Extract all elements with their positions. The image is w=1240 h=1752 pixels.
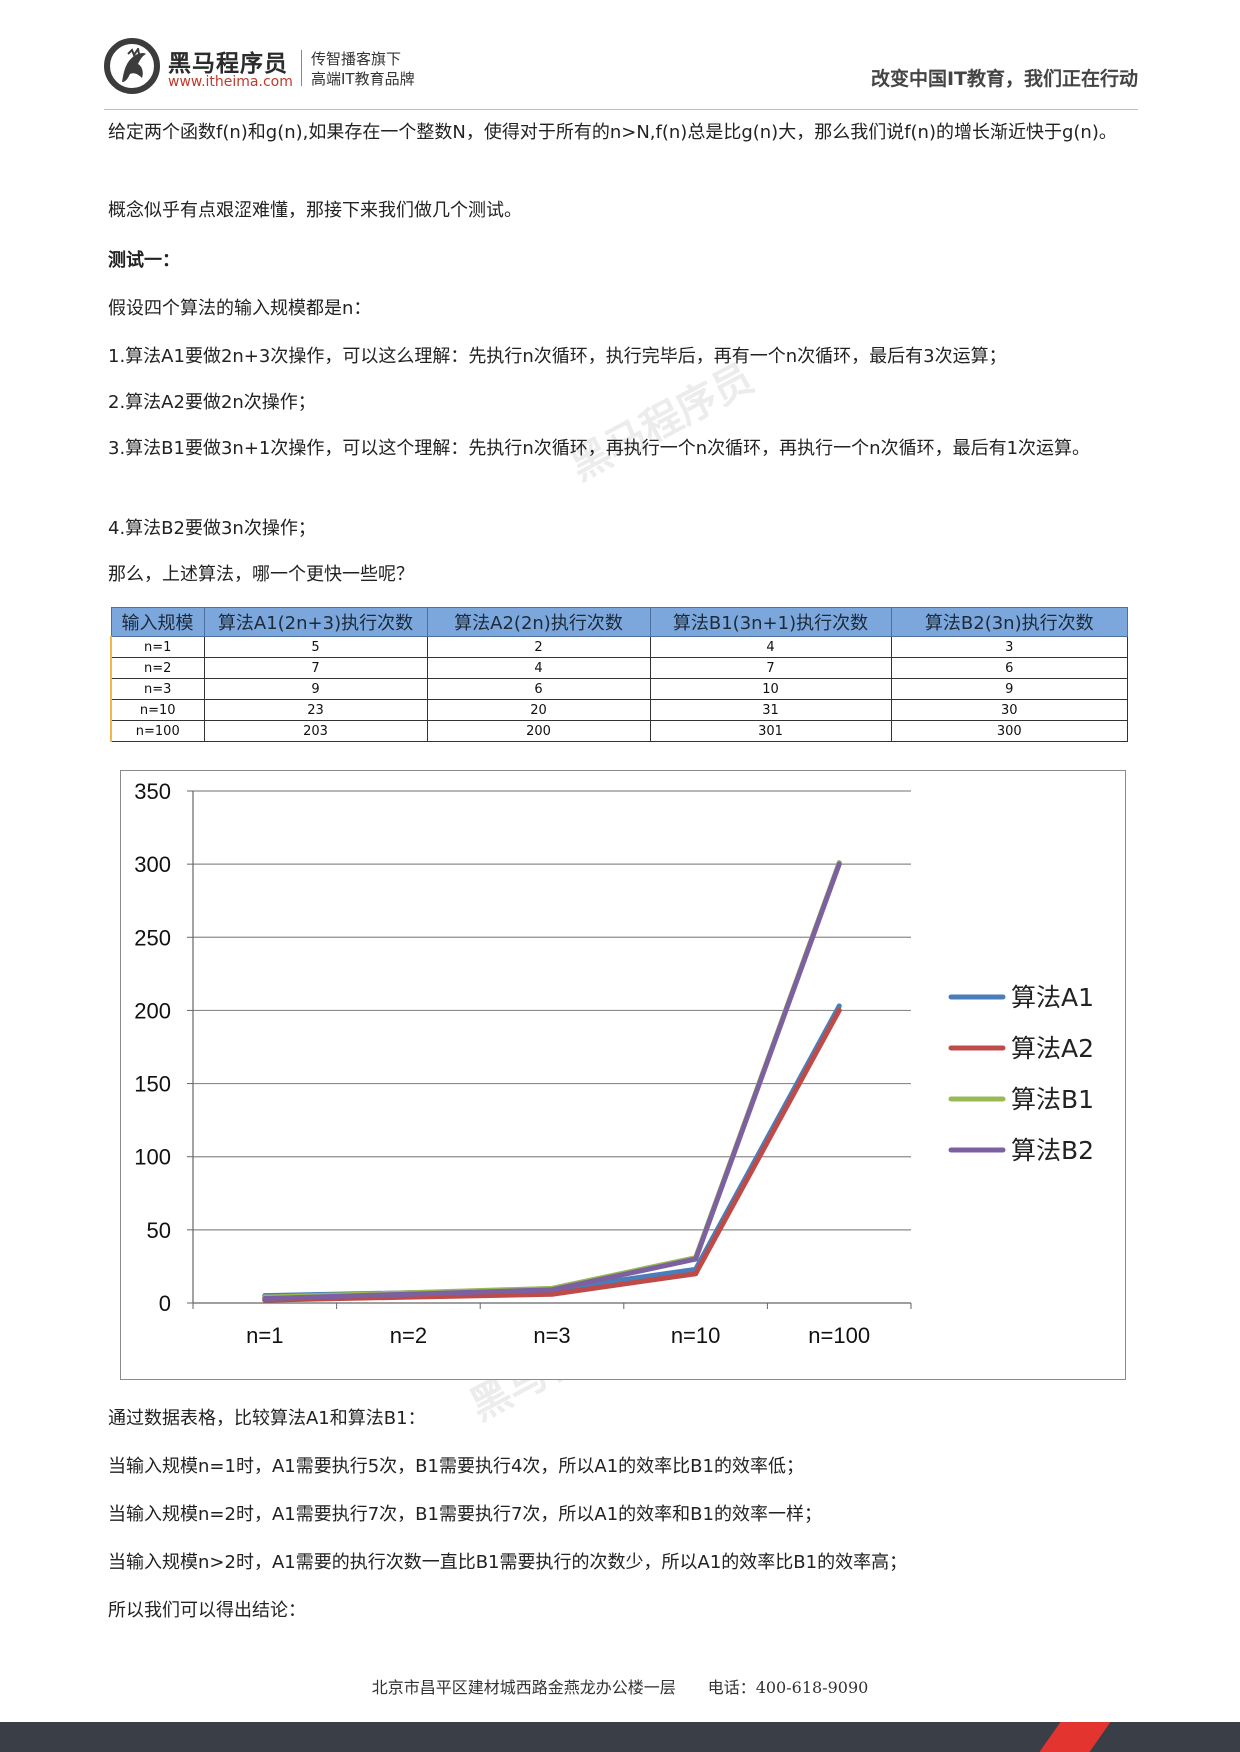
x-tick-label: n=10 — [671, 1323, 721, 1348]
table-cell: 5 — [203, 636, 428, 658]
y-tick-label: 200 — [134, 998, 171, 1023]
table-cell: 200 — [426, 720, 651, 742]
y-tick-label: 350 — [134, 779, 171, 804]
comparison-line: 当输入规模n=1时，A1需要执行5次，B1需要执行4次，所以A1的效率比B1的效… — [108, 1456, 804, 1477]
table-row: n=10 23 20 31 30 — [110, 699, 1128, 721]
table-cell: 203 — [203, 720, 428, 742]
table-cell: 6 — [426, 678, 651, 700]
table-cell: 20 — [426, 699, 651, 721]
brand-name: 黑马程序员 — [168, 51, 288, 77]
table-cell: 7 — [203, 657, 428, 679]
table-cell: 9 — [203, 678, 428, 700]
header-slogan: 改变中国IT教育，我们正在行动 — [870, 68, 1138, 90]
x-tick-label: n=2 — [390, 1323, 427, 1348]
table-cell: 31 — [649, 699, 892, 721]
brand-divider — [301, 50, 302, 86]
table-cell: 4 — [426, 657, 651, 679]
table-cell: 30 — [890, 699, 1128, 721]
table-cell: 7 — [649, 657, 892, 679]
series-line-4 — [262, 861, 842, 1302]
table-cell: n=1 — [110, 636, 205, 658]
data-point — [549, 1287, 555, 1293]
footer-address: 北京市昌平区建材城西路金燕龙办公楼一层 电话：400-618-9090 — [371, 1678, 869, 1697]
data-point — [262, 1296, 268, 1302]
algorithm-table: 输入规模 算法A1(2n+3)执行次数 算法A2(2n)执行次数 算法B1(3n… — [110, 607, 1128, 742]
legend-label: 算法B2 — [1011, 1136, 1094, 1165]
table-header: 算法A2(2n)执行次数 — [426, 607, 651, 637]
table-header: 算法A1(2n+3)执行次数 — [203, 607, 428, 637]
conclusion-line: 所以我们可以得出结论： — [108, 1600, 306, 1621]
page-header: 黑马程序员 www.itheima.com 传智播客旗下 高端IT教育品牌 改变… — [0, 0, 1240, 112]
series-line-1 — [262, 1003, 842, 1299]
list-item: 2.算法A2要做2n次操作； — [108, 392, 316, 413]
series-line-3 — [262, 860, 842, 1300]
legend-label: 算法A2 — [1011, 1034, 1094, 1063]
data-point — [836, 1007, 842, 1013]
list-item: 3.算法B1要做3n+1次操作，可以这个理解：先执行n次循环，再执行一个n次循环… — [108, 438, 1091, 459]
line-chart: 0 50 100 150 200 250 300 350 n=1 n=2 n=3 n=10 n=100 算… — [120, 770, 1126, 1380]
comparison-line: 当输入规模n>2时，A1需要的执行次数一直比B1需要执行的次数少，所以A1的效率… — [108, 1552, 908, 1573]
table-header: 算法B2(3n)执行次数 — [890, 607, 1128, 637]
table-row: n=100 203 200 301 300 — [110, 720, 1128, 742]
table-cell: 4 — [649, 636, 892, 658]
table-row: n=3 9 6 10 9 — [110, 678, 1128, 700]
brand-url: www.itheima.com — [168, 74, 293, 90]
table-header-row: 输入规模 算法A1(2n+3)执行次数 算法A2(2n)执行次数 算法B1(3n… — [110, 607, 1128, 637]
y-tick-label: 50 — [147, 1218, 171, 1243]
table-row: n=2 7 4 7 6 — [110, 657, 1128, 679]
data-point — [405, 1291, 411, 1297]
list-item: 4.算法B2要做3n次操作； — [108, 518, 316, 539]
definition-paragraph: 给定两个函数f(n)和g(n),如果存在一个整数N，使得对于所有的n>N,f(n… — [108, 122, 1117, 143]
header-divider — [104, 109, 1138, 110]
table-cell: n=3 — [110, 678, 205, 700]
horse-logo-icon — [104, 38, 160, 94]
x-tick-label: n=100 — [808, 1323, 870, 1348]
table-row: n=1 5 2 4 3 — [110, 636, 1128, 658]
x-tick-label: n=1 — [246, 1323, 283, 1348]
y-tick-label: 250 — [134, 925, 171, 950]
data-point — [549, 1291, 555, 1297]
data-point — [836, 861, 842, 867]
chart-canvas: 0 50 100 150 200 250 300 350 n=1 n=2 n=3 n=10 n=100 算… — [134, 779, 1094, 1348]
table-cell: 23 — [203, 699, 428, 721]
intro-paragraph: 概念似乎有点艰涩难懂，那接下来我们做几个测试。 — [108, 200, 522, 221]
series-line-2 — [262, 1007, 842, 1303]
brand-tagline-1: 传智播客旗下 — [311, 50, 402, 68]
table-cell: n=100 — [110, 720, 205, 742]
assumption-paragraph: 假设四个算法的输入规模都是n： — [108, 298, 372, 319]
x-tick-label: n=3 — [533, 1323, 570, 1348]
table-cell: 10 — [649, 678, 892, 700]
y-tick-label: 100 — [134, 1145, 171, 1170]
footer-accent-dark — [1089, 1722, 1240, 1752]
table-header: 输入规模 — [110, 607, 205, 637]
data-point — [693, 1271, 699, 1277]
table-cell: n=2 — [110, 657, 205, 679]
table-cell: 2 — [426, 636, 651, 658]
y-tick-label: 0 — [159, 1291, 171, 1316]
data-point — [693, 1256, 699, 1262]
legend-label: 算法A1 — [1011, 983, 1094, 1012]
table-cell: 6 — [890, 657, 1128, 679]
list-item: 1.算法A1要做2n+3次操作，可以这么理解：先执行n次循环，执行完毕后，再有一… — [108, 346, 1007, 367]
test-one-heading: 测试一： — [108, 250, 180, 271]
comparison-line: 当输入规模n=2时，A1需要执行7次，B1需要执行7次，所以A1的效率和B1的效… — [108, 1504, 822, 1525]
table-cell: 9 — [890, 678, 1128, 700]
y-tick-label: 300 — [134, 852, 171, 877]
table-cell: 301 — [649, 720, 892, 742]
comparison-intro: 通过数据表格，比较算法A1和算法B1： — [108, 1408, 426, 1429]
table-cell: 300 — [890, 720, 1128, 742]
data-point — [836, 1003, 842, 1009]
table-cell: n=10 — [110, 699, 205, 721]
y-tick-label: 150 — [134, 1072, 171, 1097]
legend-label: 算法B1 — [1011, 1085, 1094, 1114]
brand-tagline-2: 高端IT教育品牌 — [311, 70, 415, 88]
table-cell: 3 — [890, 636, 1128, 658]
table-header: 算法B1(3n+1)执行次数 — [649, 607, 892, 637]
question-paragraph: 那么，上述算法，哪一个更快一些呢？ — [108, 564, 414, 585]
